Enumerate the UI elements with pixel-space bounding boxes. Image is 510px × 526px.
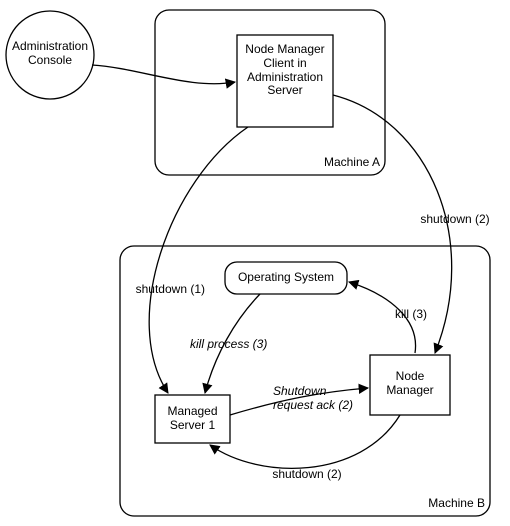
shutdown-2a-label: shutdown (2)	[415, 213, 495, 227]
nm-client-label: Node Manager Client in Administration Se…	[238, 43, 332, 98]
edge-shutdown-2-bottom	[210, 415, 400, 468]
machine-b-label: Machine B	[395, 497, 485, 511]
kill-3-label: kill (3)	[395, 308, 445, 322]
operating-system-label: Operating System	[228, 271, 344, 285]
machine-a-label: Machine A	[300, 156, 380, 170]
managed-server-label: Managed Server 1	[155, 405, 230, 433]
edge-admin-to-client	[92, 65, 235, 84]
diagram-stage: { "nodes": { "admin_console": "Administr…	[0, 0, 510, 526]
kill-process-3-label: kill process (3)	[190, 338, 290, 352]
shutdown-1-label: shutdown (1)	[125, 283, 205, 297]
edge-shutdown-1	[149, 127, 248, 393]
node-manager-label: Node Manager	[370, 370, 450, 398]
shutdown-req-ack-label: Shutdown request ack (2)	[273, 385, 373, 413]
shutdown-2b-label: shutdown (2)	[262, 468, 352, 482]
admin-console-label: Administration Console	[10, 40, 90, 68]
